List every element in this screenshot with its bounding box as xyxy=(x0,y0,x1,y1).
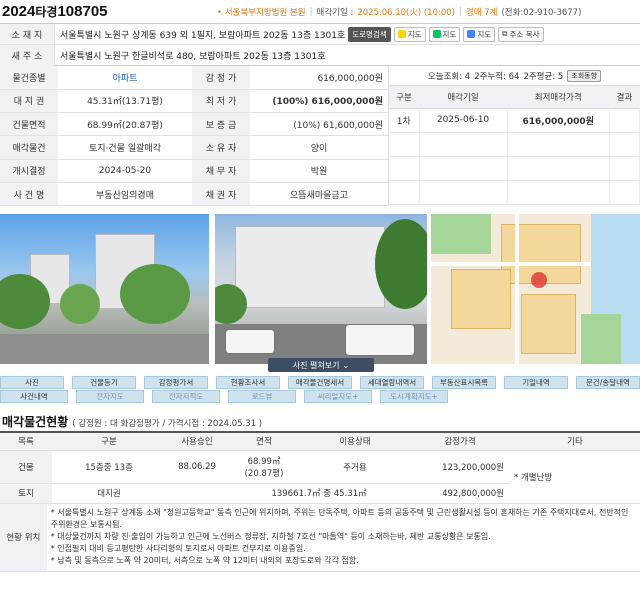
creditor-value: 으뜸새마을금고 xyxy=(250,182,388,207)
section-header: 매각물건현황 ( 감정원 : 대 화감정평가 / 가격시점 : 2024.05.… xyxy=(0,413,640,431)
road-name-search-button[interactable]: 도로명검색 xyxy=(348,26,391,42)
col-header: 매각기일 xyxy=(419,86,507,109)
chevron-down-icon: ⌄ xyxy=(342,360,350,370)
col-header: 최저매각가격 xyxy=(507,86,610,109)
nav-urban-plan-map[interactable]: 도시계획지도+ xyxy=(380,390,448,403)
info-label: 보 증 금 xyxy=(192,112,250,137)
location-line: * 인접필지 대비 등고평탄한 사다리형의 토지로서 아파트 건부지로 이용중임… xyxy=(50,544,306,554)
info-label: 매각물건 xyxy=(0,135,58,160)
nav-documents[interactable]: 문건/송달내역 xyxy=(576,376,640,389)
nav-cadastral-map[interactable]: 전자지적도 xyxy=(152,390,220,403)
nav-case-history[interactable]: 사건내역 xyxy=(0,390,68,403)
nav-status-report[interactable]: 현황조사서 xyxy=(216,376,280,389)
address-label: 소 재 지 xyxy=(0,24,55,44)
location-description: 현황 위치 * 서울특별시 노원구 상계동 소재 "청원고등학교" 동측 인근에… xyxy=(0,503,640,572)
building-area-value: 68.99㎡(20.87평) xyxy=(58,112,192,137)
section-title: 매각물건현황 xyxy=(2,415,69,429)
location-line: * 서울특별시 노원구 상계동 소재 "청원고등학교" 동측 인근에 위치하며,… xyxy=(50,507,629,529)
nav-serial-map[interactable]: 씨리얼지도+ xyxy=(304,390,372,403)
case-header: 2024타경108705 • 서울북부지방법원 본원 | 매각기일 : 2025… xyxy=(0,0,640,24)
info-label: 채 권 자 xyxy=(192,182,250,207)
info-label: 개시결정 xyxy=(0,159,58,183)
location-pin-icon xyxy=(530,272,547,288)
col-header: 감정가격 xyxy=(410,433,510,451)
section-subtitle: ( 감정원 : 대 화감정평가 / 가격시점 : 2024.05.31 ) xyxy=(72,419,263,429)
col-header: 구분 xyxy=(52,433,166,451)
naver-icon xyxy=(432,30,441,38)
col-header: 이용상태 xyxy=(300,433,410,451)
kakao-map-button[interactable]: 지도 xyxy=(393,26,426,42)
building-photo-1[interactable] xyxy=(0,214,210,364)
start-decision-value: 2024-05-20 xyxy=(58,159,192,183)
sale-date: 2025.06.10(火) (10:00) xyxy=(357,7,455,18)
info-label: 사 건 명 xyxy=(0,182,58,207)
info-label: 감 정 가 xyxy=(192,66,250,90)
col-header: 결과 xyxy=(609,86,640,109)
location-line: * 남측 및 동측으로 노폭 약 20미터, 서측으로 노폭 약 12미터 내외… xyxy=(50,556,359,566)
nav-sale-statement[interactable]: 매각물건명세서 xyxy=(288,376,352,389)
sale-history-table: 구분 매각기일 최저매각가격 결과 1차 2025-06-10 616,000,… xyxy=(389,86,640,205)
nav-household-list[interactable]: 세대열람내역서 xyxy=(360,376,424,389)
building-row: 건물 15층중 13층 88.06.29 68.99㎡ (20.87평) 주거용 … xyxy=(0,450,640,504)
info-label: 건물면적 xyxy=(0,112,58,137)
debtor-value: 박원 xyxy=(250,159,388,183)
owner-value: 양이 xyxy=(250,135,388,160)
google-map-button[interactable]: 지도 xyxy=(463,26,496,42)
etc-note: * 개별난방 xyxy=(510,450,640,504)
location-line: * 대상물건까지 차량 진·출입이 가능하고 인근에 노선버스 정류장, 지하철… xyxy=(50,531,491,541)
expand-photos-button[interactable]: 사진 펼쳐보기 ⌄ xyxy=(268,358,374,372)
info-label: 대 지 권 xyxy=(0,89,58,114)
location-label: 현황 위치 xyxy=(0,503,47,571)
court-link[interactable]: • 서울북부지방법원 본원 xyxy=(217,6,306,18)
deposit-value: (10%) 61,600,000원 xyxy=(250,112,388,137)
col-header: 구분 xyxy=(389,86,419,109)
nav-date-history[interactable]: 기일내역 xyxy=(504,376,568,389)
col-header: 사용승인 xyxy=(166,433,228,451)
property-type-link[interactable]: 아파트 xyxy=(58,66,192,90)
col-header: 목록 xyxy=(0,433,52,451)
dept-phone: (전화:02-910-3677) xyxy=(501,7,582,18)
nav-e-map[interactable]: 전자지도 xyxy=(76,390,144,403)
auction-dept: 경매 7계 xyxy=(465,7,498,18)
nav-property-list[interactable]: 부동산표시목록 xyxy=(432,376,496,389)
col-header: 기타 xyxy=(510,433,640,451)
location-map[interactable] xyxy=(430,214,640,364)
info-label: 채 무 자 xyxy=(192,159,250,183)
property-info-table: 물건종별 아파트 감 정 가 616,000,000원 대 지 권 45.31㎡… xyxy=(0,66,388,207)
document-nav: 사진 건물등기 감정평가서 현황조사서 매각물건명세서 세대열람내역서 부동산표… xyxy=(0,372,640,403)
appraisal-value: 616,000,000원 xyxy=(250,66,388,90)
address-value: 서울특별시 노원구 상계동 639 외 1필지, 보람아파트 202동 13층 … xyxy=(60,30,346,41)
case-name-value: 부동산임의경매 xyxy=(58,182,192,207)
col-header: 면적 xyxy=(228,433,300,451)
view-stats: 오늘조회: 4 2주누적: 64 2주평균: 5 조회동향 xyxy=(389,66,640,86)
nav-roadview[interactable]: 로드뷰 xyxy=(228,390,296,403)
naver-map-button[interactable]: 지도 xyxy=(428,26,461,42)
nav-photos[interactable]: 사진 xyxy=(0,376,64,389)
nav-appraisal[interactable]: 감정평가서 xyxy=(144,376,208,389)
address-section: 소 재 지 서울특별시 노원구 상계동 639 외 1필지, 보람아파트 202… xyxy=(0,24,640,66)
new-address-value: 서울특별시 노원구 한글비석로 480, 보람아파트 202동 13층 1301… xyxy=(60,52,326,62)
kakao-icon xyxy=(397,30,406,38)
sale-item-value: 토지·건물 일괄매각 xyxy=(58,135,192,160)
google-icon xyxy=(467,30,476,38)
case-number: 2024타경108705 xyxy=(2,3,108,20)
sale-property-table: 목록 구분 사용승인 면적 이용상태 감정가격 기타 건물 15층중 13층 8… xyxy=(0,433,640,504)
photo-gallery: 사진 펼쳐보기 ⌄ xyxy=(0,214,640,372)
sale-date-label: 매각기일 : xyxy=(316,7,354,18)
info-label: 소 유 자 xyxy=(192,135,250,160)
sale-row: 1차 2025-06-10 616,000,000원 xyxy=(389,108,640,133)
info-label: 물건종별 xyxy=(0,66,58,90)
minimum-price-value: (100%) 616,000,000원 xyxy=(250,89,388,114)
copy-icon: ⧉ xyxy=(502,29,508,38)
view-trend-button[interactable]: 조회동향 xyxy=(567,69,602,82)
land-right-value: 45.31㎡(13.71평) xyxy=(58,89,192,114)
building-photo-2[interactable] xyxy=(215,214,427,364)
nav-building-registry[interactable]: 건물등기 xyxy=(72,376,136,389)
copy-address-button[interactable]: ⧉ 주소 복사 xyxy=(498,26,544,42)
new-address-label: 새 주 소 xyxy=(0,45,55,66)
info-label: 최 저 가 xyxy=(192,89,250,114)
